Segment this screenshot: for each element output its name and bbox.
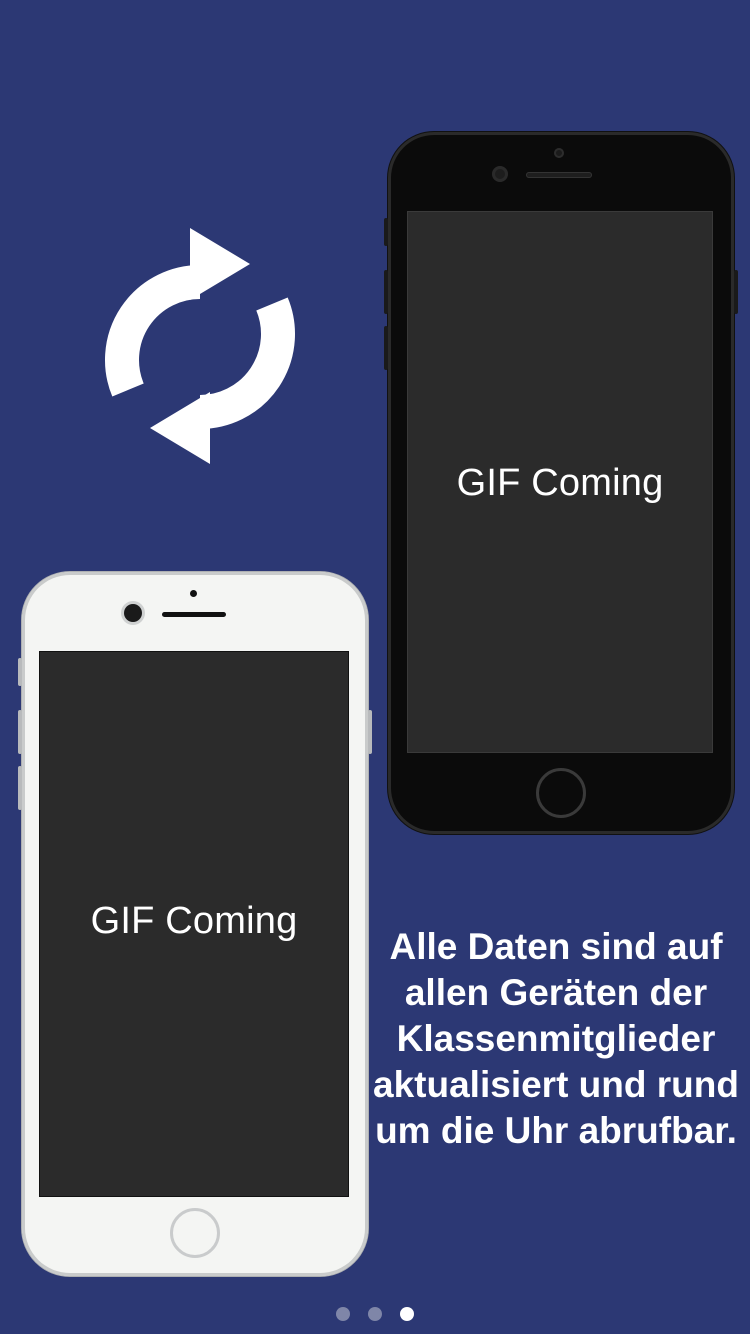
volume-down-button bbox=[384, 326, 388, 370]
front-camera-icon bbox=[124, 604, 142, 622]
page-dot-3-active[interactable] bbox=[400, 1307, 414, 1321]
proximity-sensor bbox=[190, 590, 197, 597]
black-phone-mockup: GIF Coming bbox=[384, 132, 738, 834]
gif-placeholder-text: GIF Coming bbox=[456, 462, 664, 504]
earpiece-speaker bbox=[526, 172, 592, 178]
page-dot-2[interactable] bbox=[368, 1307, 382, 1321]
page-indicator[interactable] bbox=[0, 1307, 750, 1321]
volume-up-button bbox=[18, 710, 22, 754]
earpiece-speaker bbox=[162, 612, 226, 617]
phone-display: GIF Coming bbox=[40, 652, 348, 1196]
refresh-sync-icon bbox=[105, 228, 295, 464]
power-button bbox=[734, 270, 738, 314]
onboarding-caption: Alle Daten sind auf allen Geräten der Kl… bbox=[373, 926, 739, 1151]
mute-switch bbox=[18, 658, 22, 686]
white-phone-mockup: GIF Coming bbox=[18, 572, 372, 1276]
gif-placeholder-text: GIF Coming bbox=[90, 900, 298, 942]
power-button bbox=[368, 710, 372, 754]
proximity-sensor bbox=[554, 148, 564, 158]
volume-down-button bbox=[18, 766, 22, 810]
front-camera-icon bbox=[492, 166, 508, 182]
onboarding-screen: GIF Coming GIF Coming Alle Daten sind au… bbox=[0, 0, 750, 1334]
home-button bbox=[536, 768, 586, 818]
phone-display: GIF Coming bbox=[408, 212, 712, 752]
volume-up-button bbox=[384, 270, 388, 314]
home-button bbox=[170, 1208, 220, 1258]
mute-switch bbox=[384, 218, 388, 246]
page-dot-1[interactable] bbox=[336, 1307, 350, 1321]
